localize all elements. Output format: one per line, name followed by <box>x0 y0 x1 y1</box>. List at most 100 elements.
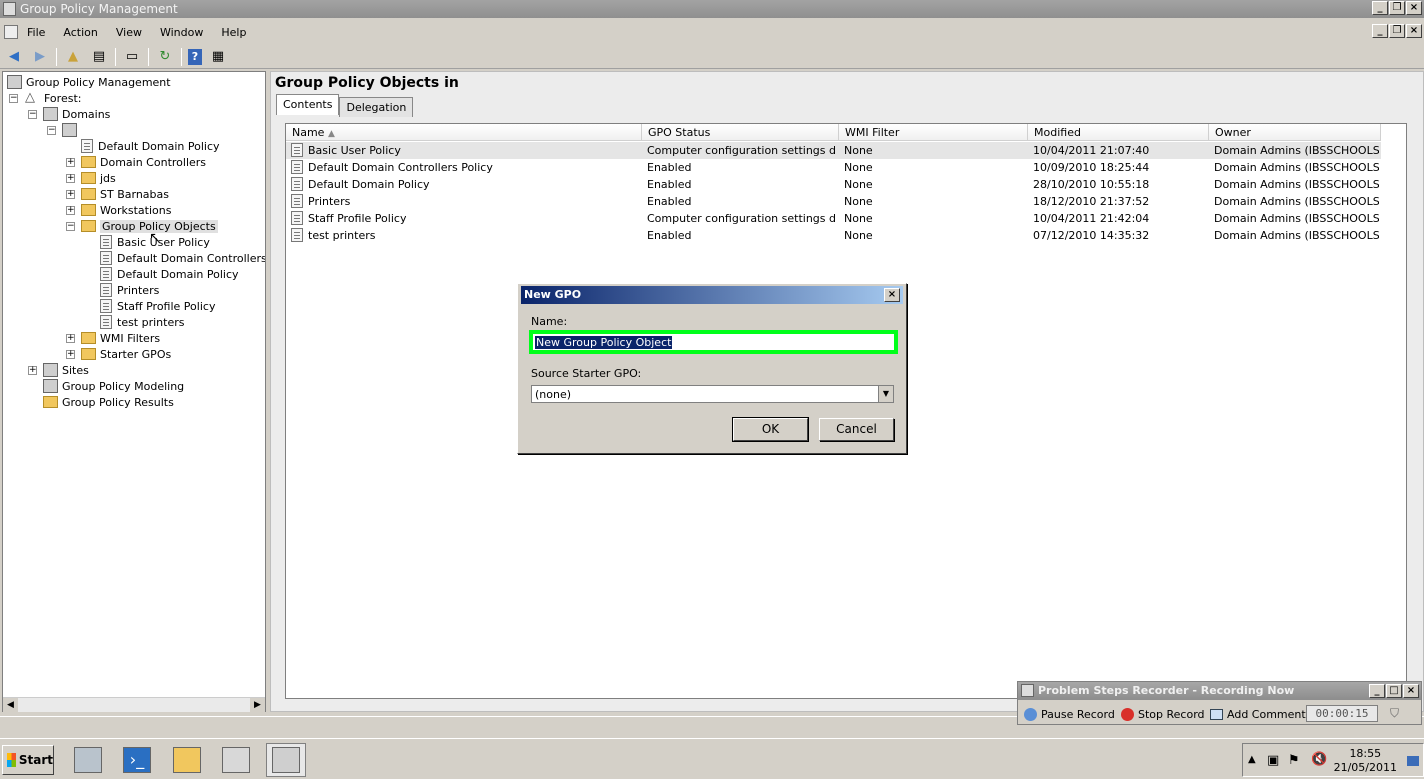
child-close-button[interactable]: × <box>1406 24 1422 38</box>
pause-record-button[interactable]: Pause Record <box>1020 704 1119 724</box>
tree-item-gpo[interactable]: Printers <box>100 282 159 298</box>
tree-item-domain[interactable] <box>62 122 81 138</box>
tree-collapse-toggle[interactable]: − <box>47 126 56 135</box>
tree-item-starter-gpos[interactable]: Starter GPOs <box>81 346 171 362</box>
tree-item-domains[interactable]: Domains <box>43 106 110 122</box>
menu-view[interactable]: View <box>107 26 151 39</box>
gpo-icon <box>291 228 303 242</box>
table-row[interactable]: test printers Enabled None 07/12/2010 14… <box>286 227 1381 244</box>
tree-item-wmi-filters[interactable]: WMI Filters <box>81 330 160 346</box>
gpo-icon <box>291 160 303 174</box>
powershell-icon[interactable]: ›_ <box>117 743 157 777</box>
recorder-taskbar-icon[interactable] <box>216 743 256 777</box>
show-desktop-icon[interactable] <box>1407 756 1419 766</box>
tree-item-default-domain-policy[interactable]: Default Domain Policy <box>81 138 220 154</box>
recorder-close-button[interactable]: × <box>1403 684 1419 698</box>
pause-icon <box>1024 707 1037 721</box>
domains-icon <box>43 107 58 121</box>
tray-volume-muted-icon[interactable]: 🔇 <box>1311 752 1327 767</box>
tree-expand-toggle[interactable]: + <box>66 174 75 183</box>
tree-root[interactable]: Group Policy Management <box>7 74 171 90</box>
gpo-icon <box>291 194 303 208</box>
tray-flag-icon[interactable]: ⚑ <box>1288 753 1300 768</box>
tree-collapse-toggle[interactable]: − <box>66 222 75 231</box>
column-header-status[interactable]: GPO Status <box>642 124 839 141</box>
table-row[interactable]: Staff Profile Policy Computer configurat… <box>286 210 1381 227</box>
tree-item-forest[interactable]: △ Forest: <box>25 90 81 106</box>
menu-help[interactable]: Help <box>212 26 255 39</box>
tree-item-domain-controllers[interactable]: Domain Controllers <box>81 154 206 170</box>
menu-window[interactable]: Window <box>151 26 212 39</box>
column-header-owner[interactable]: Owner <box>1209 124 1381 141</box>
tray-expand-icon[interactable]: ▲ <box>1248 754 1256 765</box>
properties-icon[interactable]: ▭ <box>122 48 142 66</box>
tree-expand-toggle[interactable]: + <box>28 366 37 375</box>
up-folder-icon[interactable]: ▲ <box>63 48 83 66</box>
help-icon[interactable]: ? <box>188 48 202 65</box>
tab-contents[interactable]: Contents <box>276 94 340 115</box>
tree-expand-toggle[interactable]: + <box>66 158 75 167</box>
ok-button[interactable]: OK <box>732 417 809 442</box>
ou-folder-icon <box>81 188 96 200</box>
column-header-wmi[interactable]: WMI Filter <box>839 124 1028 141</box>
table-row[interactable]: Default Domain Controllers Policy Enable… <box>286 159 1381 176</box>
tray-network-icon[interactable]: ▣ <box>1267 753 1279 768</box>
forward-arrow-icon[interactable]: ▶ <box>30 48 50 66</box>
tab-delegation[interactable]: Delegation <box>339 97 414 117</box>
recorder-title: Problem Steps Recorder - Recording Now <box>1018 682 1421 700</box>
console-menu-icon[interactable] <box>4 25 18 39</box>
tree-item-gpo[interactable]: Default Domain Policy <box>100 266 239 282</box>
tree-expand-toggle[interactable]: + <box>66 334 75 343</box>
tree-item-st-barnabas[interactable]: ST Barnabas <box>81 186 169 202</box>
close-button[interactable]: × <box>1406 1 1422 15</box>
back-arrow-icon[interactable]: ◀ <box>4 48 24 66</box>
tree-item-gpo[interactable]: test printers <box>100 314 185 330</box>
cancel-button[interactable]: Cancel <box>819 418 894 441</box>
minimize-button[interactable]: _ <box>1372 1 1388 15</box>
tree-collapse-toggle[interactable]: − <box>28 110 37 119</box>
scroll-left-icon[interactable]: ◀ <box>3 698 18 713</box>
start-button[interactable]: Start <box>2 745 54 775</box>
restore-button[interactable]: ❐ <box>1389 1 1405 15</box>
tree-item-sites[interactable]: Sites <box>43 362 89 378</box>
taskbar-clock[interactable]: 18:55 21/05/2011 <box>1334 747 1397 775</box>
gpo-name-input[interactable]: New Group Policy Object <box>529 330 898 354</box>
tree-item-results[interactable]: Group Policy Results <box>43 394 174 410</box>
add-comment-button[interactable]: Add Comment <box>1206 704 1310 724</box>
console-icon[interactable]: ▦ <box>208 48 228 66</box>
stop-record-button[interactable]: Stop Record <box>1117 704 1209 724</box>
tree-item-gpo[interactable]: Staff Profile Policy <box>100 298 215 314</box>
recorder-minimize-button[interactable]: _ <box>1369 684 1385 698</box>
tree-item-jds[interactable]: jds <box>81 170 116 186</box>
child-restore-button[interactable]: ❐ <box>1389 24 1405 38</box>
tree-item-gpo[interactable]: Default Domain Controllers Pol <box>100 250 265 266</box>
tree-collapse-toggle[interactable]: − <box>9 94 18 103</box>
table-row[interactable]: Printers Enabled None 18/12/2010 21:37:5… <box>286 193 1381 210</box>
gpo-icon <box>100 235 112 249</box>
tree-item-workstations[interactable]: Workstations <box>81 202 171 218</box>
tree-horizontal-scrollbar[interactable]: ◀ ▶ <box>3 697 265 713</box>
tree-expand-toggle[interactable]: + <box>66 206 75 215</box>
tree-item-modeling[interactable]: Group Policy Modeling <box>43 378 184 394</box>
table-row[interactable]: Basic User Policy Computer configuration… <box>286 142 1381 159</box>
tree-expand-toggle[interactable]: + <box>66 350 75 359</box>
recorder-maximize-button[interactable]: □ <box>1386 684 1402 698</box>
column-header-modified[interactable]: Modified <box>1028 124 1209 141</box>
table-row[interactable]: Default Domain Policy Enabled None 28/10… <box>286 176 1381 193</box>
child-minimize-button[interactable]: _ <box>1372 24 1388 38</box>
chevron-down-icon[interactable]: ▼ <box>878 386 893 402</box>
menu-file[interactable]: File <box>18 26 54 39</box>
results-icon <box>43 396 58 408</box>
server-manager-icon[interactable] <box>68 743 108 777</box>
show-hide-tree-icon[interactable]: ▤ <box>89 48 109 66</box>
help-shield-icon[interactable]: ⛉ <box>1390 706 1399 721</box>
tree-expand-toggle[interactable]: + <box>66 190 75 199</box>
scroll-right-icon[interactable]: ▶ <box>250 698 265 713</box>
menu-action[interactable]: Action <box>54 26 106 39</box>
source-starter-gpo-select[interactable]: (none) ▼ <box>531 385 894 403</box>
refresh-icon[interactable]: ↻ <box>155 48 175 66</box>
column-header-name[interactable]: Name ▲ <box>286 124 642 141</box>
gpmc-taskbar-icon[interactable] <box>266 743 306 777</box>
explorer-folder-icon[interactable] <box>167 743 207 777</box>
dialog-close-button[interactable]: × <box>884 288 900 302</box>
